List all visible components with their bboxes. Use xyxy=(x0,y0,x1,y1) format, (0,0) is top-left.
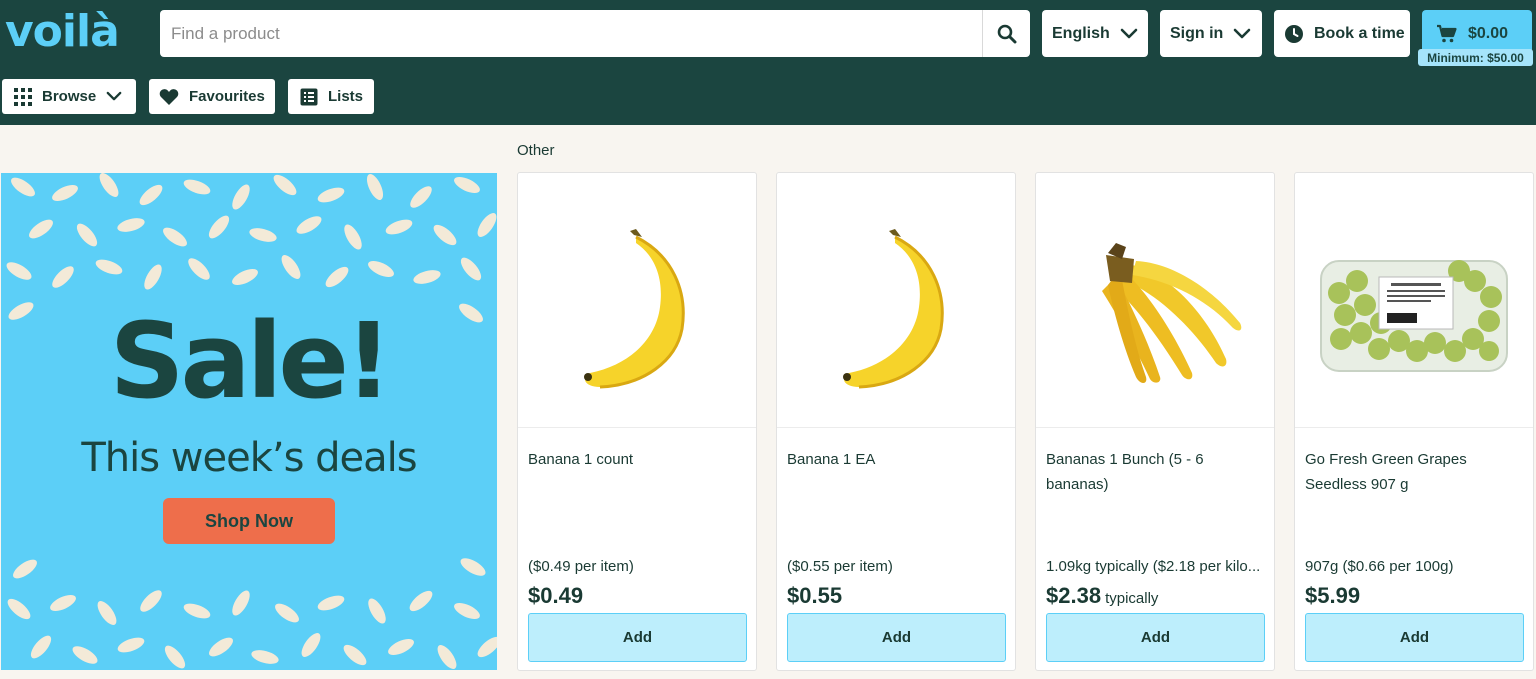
language-dropdown[interactable]: English xyxy=(1042,10,1148,57)
product-name[interactable]: Banana 1 EA xyxy=(787,447,1009,472)
add-to-cart-button[interactable]: Add xyxy=(787,613,1006,662)
chevron-down-icon xyxy=(1120,28,1138,40)
banner-title: Sale! xyxy=(109,300,393,422)
product-name[interactable]: Go Fresh Green Grapes Seedless 907 g xyxy=(1305,447,1527,497)
sale-banner[interactable]: Sale! This week’s deals Shop Now xyxy=(1,173,497,670)
search-input[interactable] xyxy=(160,10,982,57)
clock-icon xyxy=(1284,24,1304,44)
lists-button[interactable]: Lists xyxy=(288,79,374,114)
product-unit-price: ($0.49 per item) xyxy=(528,558,634,575)
cart-icon xyxy=(1436,24,1458,44)
product-image-banana xyxy=(518,173,756,428)
signin-dropdown[interactable]: Sign in xyxy=(1160,10,1262,57)
product-unit-price: 1.09kg typically ($2.18 per kilo... xyxy=(1046,558,1261,575)
product-image-banana xyxy=(777,173,1015,428)
add-to-cart-button[interactable]: Add xyxy=(1305,613,1524,662)
product-price: $0.49 xyxy=(528,583,587,609)
list-icon xyxy=(300,88,318,106)
product-image-banana-bunch xyxy=(1036,173,1274,428)
cart-amount: $0.00 xyxy=(1468,24,1509,42)
shop-now-button[interactable]: Shop Now xyxy=(163,498,335,544)
price-value: $5.99 xyxy=(1305,583,1361,608)
product-unit-price: ($0.55 per item) xyxy=(787,558,893,575)
browse-dropdown[interactable]: Browse xyxy=(2,79,136,114)
price-value: $0.55 xyxy=(787,583,843,608)
product-card[interactable]: Banana 1 count ($0.49 per item) $0.49 Ad… xyxy=(517,172,757,671)
add-to-cart-button[interactable]: Add xyxy=(1046,613,1265,662)
lists-label: Lists xyxy=(328,88,364,105)
product-price: $0.55 xyxy=(787,583,846,609)
search-icon xyxy=(997,24,1016,43)
price-value: $0.49 xyxy=(528,583,584,608)
cart-minimum-badge: Minimum: $50.00 xyxy=(1418,49,1533,66)
language-label: English xyxy=(1052,24,1110,42)
section-heading: Other xyxy=(517,142,555,159)
price-suffix: typically xyxy=(1105,590,1159,607)
product-unit-price: 907g ($0.66 per 100g) xyxy=(1305,558,1454,575)
grid-icon xyxy=(14,87,32,106)
chevron-down-icon xyxy=(106,91,122,102)
book-a-time-label: Book a time xyxy=(1314,24,1405,42)
product-image-grapes xyxy=(1295,173,1533,428)
voila-logo[interactable]: voilà xyxy=(5,6,120,58)
banner-subtitle: This week’s deals xyxy=(81,435,417,481)
search-bar xyxy=(160,10,1030,57)
product-name[interactable]: Banana 1 count xyxy=(528,447,750,472)
product-name[interactable]: Bananas 1 Bunch (5 - 6 bananas) xyxy=(1046,447,1268,497)
site-header: voilà English Sign in Book a time $0. xyxy=(0,0,1536,125)
add-to-cart-button[interactable]: Add xyxy=(528,613,747,662)
favourites-label: Favourites xyxy=(189,88,265,105)
product-card[interactable]: Bananas 1 Bunch (5 - 6 bananas) 1.09kg t… xyxy=(1035,172,1275,671)
product-price: $2.38 typically xyxy=(1046,583,1158,609)
browse-label: Browse xyxy=(42,88,97,105)
product-card[interactable]: Go Fresh Green Grapes Seedless 907 g 907… xyxy=(1294,172,1534,671)
book-a-time-button[interactable]: Book a time xyxy=(1274,10,1410,57)
search-button[interactable] xyxy=(982,10,1030,57)
heart-icon xyxy=(159,88,179,106)
favourites-button[interactable]: Favourites xyxy=(149,79,275,114)
product-price: $5.99 xyxy=(1305,583,1364,609)
chevron-down-icon xyxy=(1233,28,1251,40)
signin-label: Sign in xyxy=(1170,24,1224,42)
price-value: $2.38 xyxy=(1046,583,1102,608)
product-card[interactable]: Banana 1 EA ($0.55 per item) $0.55 Add xyxy=(776,172,1016,671)
